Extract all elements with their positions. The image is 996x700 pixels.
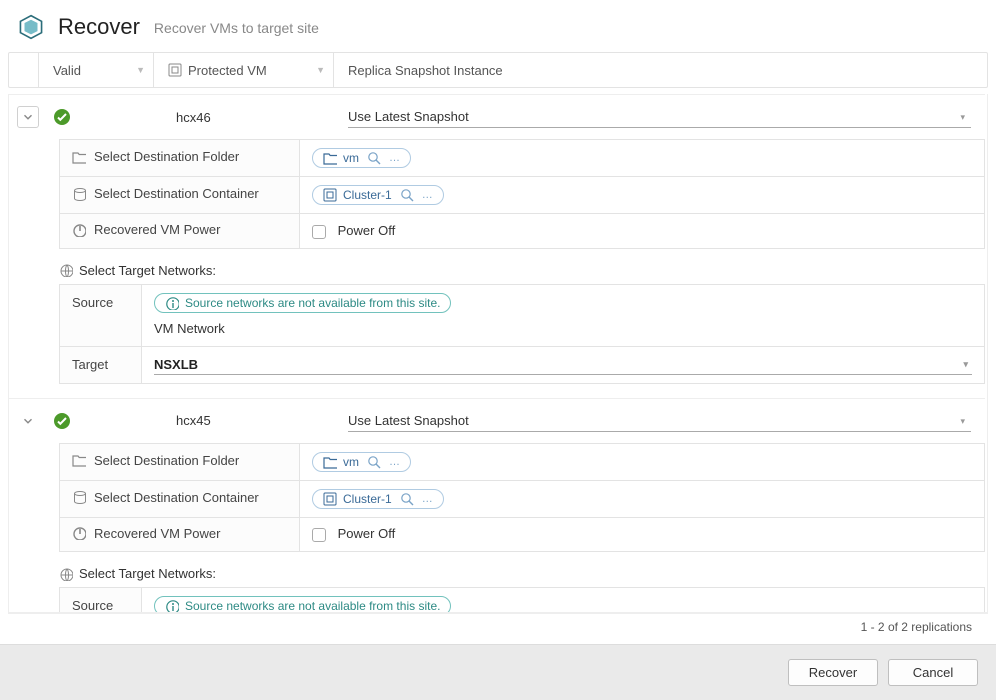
dest-folder-label: Select Destination Folder	[94, 453, 239, 468]
dest-container-label: Select Destination Container	[94, 186, 259, 201]
filter-expand-placeholder	[9, 53, 39, 87]
snapshot-selector[interactable]: Use Latest Snapshot ▾	[348, 106, 971, 128]
folder-icon	[323, 151, 337, 165]
dialog-footer: Recover Cancel	[0, 644, 996, 700]
filter-valid-label: Valid	[53, 63, 81, 78]
chevron-down-icon: ▾	[960, 112, 965, 123]
net-source-label: Source	[60, 588, 142, 613]
target-networks-header: Select Target Networks:	[59, 263, 985, 278]
folder-icon	[72, 453, 86, 467]
recover-logo-icon	[18, 14, 44, 40]
status-ok-icon	[53, 108, 71, 126]
search-icon[interactable]	[367, 455, 381, 469]
filter-snapshot-label: Replica Snapshot Instance	[348, 63, 503, 78]
vm-power-label: Recovered VM Power	[94, 222, 220, 237]
power-off-label: Power Off	[338, 223, 396, 238]
vm-name: hcx45	[158, 413, 338, 428]
vm-block: hcx46 Use Latest Snapshot ▾ Select Desti…	[9, 94, 985, 398]
net-source-label: Source	[60, 285, 142, 346]
dest-folder-pill[interactable]: vm …	[312, 452, 411, 472]
globe-icon	[59, 263, 73, 277]
dest-container-label: Select Destination Container	[94, 490, 259, 505]
vm-detail: Select Destination Folder vm … Select De…	[9, 443, 985, 614]
info-icon	[165, 599, 179, 613]
vm-row-header: hcx45 Use Latest Snapshot ▾	[9, 399, 985, 443]
vm-row-header: hcx46 Use Latest Snapshot ▾	[9, 95, 985, 139]
vm-power-label: Recovered VM Power	[94, 526, 220, 541]
chevron-down-icon: ▾	[963, 359, 968, 370]
power-off-checkbox[interactable]	[312, 528, 326, 542]
net-target-label: Target	[60, 347, 142, 383]
dest-container-pill[interactable]: Cluster-1 …	[312, 185, 444, 205]
vm-name: hcx46	[158, 110, 338, 125]
source-network-name: VM Network	[154, 319, 972, 338]
power-icon	[72, 223, 86, 237]
vm-icon	[168, 63, 182, 77]
datastore-icon	[72, 490, 86, 504]
filter-icon: ▼	[316, 65, 325, 75]
snapshot-value: Use Latest Snapshot	[348, 410, 971, 432]
chevron-down-icon	[21, 414, 35, 428]
folder-icon	[323, 455, 337, 469]
search-icon[interactable]	[400, 188, 414, 202]
chevron-down-icon	[21, 110, 35, 124]
filter-snapshot-header: Replica Snapshot Instance	[334, 53, 987, 87]
filter-valid[interactable]: Valid ▼	[39, 53, 154, 87]
dest-folder-value: vm	[343, 455, 359, 469]
dialog-header: Recover Recover VMs to target site	[0, 0, 996, 52]
globe-icon	[59, 567, 73, 581]
recover-button[interactable]: Recover	[788, 659, 878, 686]
filter-icon: ▼	[136, 65, 145, 75]
target-networks-header: Select Target Networks:	[59, 566, 985, 581]
source-network-info: Source networks are not available from t…	[154, 293, 451, 313]
status-ok-icon	[53, 412, 71, 430]
dest-container-pill[interactable]: Cluster-1 …	[312, 489, 444, 509]
info-icon	[165, 296, 179, 310]
dest-folder-label: Select Destination Folder	[94, 149, 239, 164]
vm-block: hcx45 Use Latest Snapshot ▾ Select Desti…	[9, 398, 985, 614]
power-off-label: Power Off	[338, 526, 396, 541]
cluster-icon	[323, 492, 337, 506]
dialog-title: Recover	[58, 14, 140, 40]
snapshot-value: Use Latest Snapshot	[348, 106, 971, 128]
cluster-icon	[323, 188, 337, 202]
search-icon[interactable]	[367, 151, 381, 165]
target-network-selector[interactable]: NSXLB ▾	[154, 355, 972, 375]
dest-folder-value: vm	[343, 151, 359, 165]
cancel-button[interactable]: Cancel	[888, 659, 978, 686]
search-icon[interactable]	[400, 492, 414, 506]
datastore-icon	[72, 187, 86, 201]
pagination-label: 1 - 2 of 2 replications	[8, 613, 988, 644]
dialog-subtitle: Recover VMs to target site	[154, 20, 319, 36]
chevron-down-icon: ▾	[960, 416, 965, 427]
source-network-info: Source networks are not available from t…	[154, 596, 451, 613]
folder-icon	[72, 150, 86, 164]
power-icon	[72, 526, 86, 540]
dest-folder-pill[interactable]: vm …	[312, 148, 411, 168]
expand-toggle[interactable]	[17, 410, 39, 432]
vm-detail: Select Destination Folder vm … Select De…	[9, 139, 985, 398]
vm-list-scroll[interactable]: hcx46 Use Latest Snapshot ▾ Select Desti…	[8, 94, 988, 613]
snapshot-selector[interactable]: Use Latest Snapshot ▾	[348, 410, 971, 432]
filter-protected-vm[interactable]: Protected VM ▼	[154, 53, 334, 87]
expand-toggle[interactable]	[17, 106, 39, 128]
filter-bar: Valid ▼ Protected VM ▼ Replica Snapshot …	[8, 52, 988, 88]
filter-protected-label: Protected VM	[188, 63, 267, 78]
recover-dialog: Recover Recover VMs to target site Valid…	[0, 0, 996, 700]
dest-container-value: Cluster-1	[343, 188, 392, 202]
power-off-checkbox[interactable]	[312, 225, 326, 239]
target-network-value: NSXLB	[154, 357, 198, 372]
dest-container-value: Cluster-1	[343, 492, 392, 506]
